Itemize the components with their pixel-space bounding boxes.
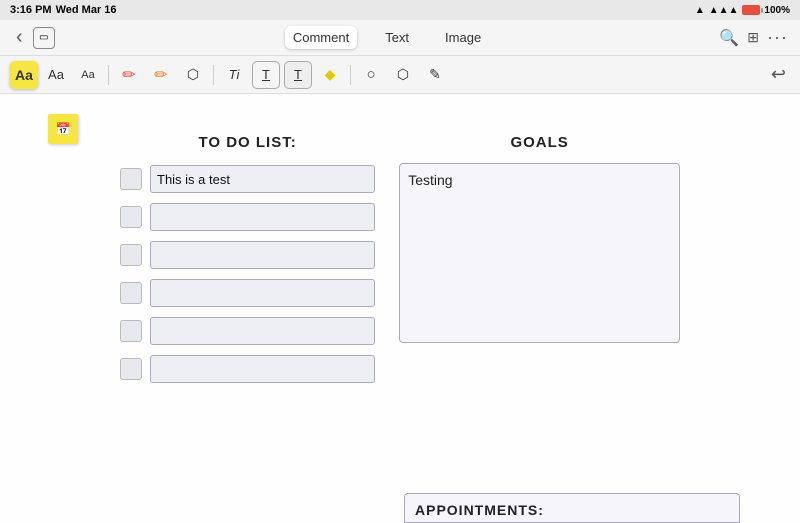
- grid-icon[interactable]: ⊞: [747, 29, 759, 46]
- todo-checkbox-3[interactable]: [120, 244, 142, 266]
- todo-row-2: [120, 203, 375, 231]
- tab-comment[interactable]: Comment: [285, 26, 357, 49]
- todo-row-1: This is a test: [120, 165, 375, 193]
- todo-input-2[interactable]: [150, 203, 375, 231]
- toolbar-separator-2: [213, 65, 214, 85]
- todo-checkbox-1[interactable]: [120, 168, 142, 190]
- battery-icon: [742, 5, 760, 15]
- tool-textbox2[interactable]: T: [284, 61, 312, 89]
- tool-pen-orange[interactable]: ✏: [147, 61, 175, 89]
- battery-label: 100%: [764, 5, 790, 16]
- goals-title: GOALS: [510, 134, 568, 151]
- goals-text: Testing: [408, 172, 452, 188]
- toolbar-separator-3: [350, 65, 351, 85]
- page-icon: ▭: [39, 32, 48, 43]
- signal-icon: ▲▲▲: [709, 5, 739, 16]
- goals-textarea[interactable]: Testing: [399, 163, 680, 343]
- toolbar-separator-1: [108, 65, 109, 85]
- nav-right: 🔍 ⊞ ···: [719, 27, 788, 48]
- main-content: 📅 TO DO LIST: This is a test: [0, 94, 800, 523]
- tab-text[interactable]: Text: [377, 26, 417, 49]
- toolbar: Aa Aa Aa ✏ ✏ ⬡ Ti T T ◆ ○ ⬡ ✎ ↩: [0, 56, 800, 94]
- time: 3:16 PM: [10, 4, 52, 16]
- tool-shape-circle[interactable]: ○: [357, 61, 385, 89]
- todo-title: TO DO LIST:: [199, 134, 297, 151]
- tab-image[interactable]: Image: [437, 26, 489, 49]
- tool-font-bold[interactable]: Aa: [10, 61, 38, 89]
- tool-highlight[interactable]: ◆: [316, 61, 344, 89]
- back-button[interactable]: ‹: [12, 26, 27, 49]
- sticky-note-icon[interactable]: 📅: [48, 114, 78, 144]
- tool-shape-person[interactable]: ⬡: [389, 61, 417, 89]
- status-bar: 3:16 PM Wed Mar 16 ▲ ▲▲▲ 100%: [0, 0, 800, 20]
- search-icon[interactable]: 🔍: [719, 28, 739, 48]
- todo-input-6[interactable]: [150, 355, 375, 383]
- todo-section: TO DO LIST: This is a test: [120, 134, 375, 493]
- wifi-icon: ▲: [695, 5, 705, 16]
- goals-section: GOALS Testing: [399, 134, 680, 493]
- tool-font-medium[interactable]: Aa: [42, 61, 70, 89]
- todo-row-6: [120, 355, 375, 383]
- undo-button[interactable]: ↩: [767, 64, 790, 85]
- todo-checkbox-6[interactable]: [120, 358, 142, 380]
- todo-input-5[interactable]: [150, 317, 375, 345]
- todo-row-5: [120, 317, 375, 345]
- tool-shape-pen[interactable]: ✎: [421, 61, 449, 89]
- page-thumb-button[interactable]: ▭: [33, 27, 55, 49]
- page-content: TO DO LIST: This is a test: [60, 114, 740, 503]
- todo-row-3: [120, 241, 375, 269]
- todo-input-3[interactable]: [150, 241, 375, 269]
- todo-row-4: [120, 279, 375, 307]
- tool-textbox1[interactable]: T: [252, 61, 280, 89]
- tool-ti[interactable]: Ti: [220, 61, 248, 89]
- nav-bar: ‹ ▭ Comment Text Image 🔍 ⊞ ···: [0, 20, 800, 56]
- tool-font-small[interactable]: Aa: [74, 61, 102, 89]
- todo-input-1[interactable]: This is a test: [150, 165, 375, 193]
- more-icon[interactable]: ···: [767, 27, 788, 48]
- todo-input-4[interactable]: [150, 279, 375, 307]
- status-right: ▲ ▲▲▲ 100%: [695, 5, 790, 16]
- date: Wed Mar 16: [56, 4, 117, 16]
- appointments-title: APPOINTMENTS:: [415, 502, 729, 518]
- status-left: 3:16 PM Wed Mar 16: [10, 4, 117, 16]
- todo-checkbox-4[interactable]: [120, 282, 142, 304]
- nav-left: ‹ ▭: [12, 26, 55, 49]
- tool-eraser[interactable]: ⬡: [179, 61, 207, 89]
- tool-pen-red[interactable]: ✏: [115, 61, 143, 89]
- todo-checkbox-5[interactable]: [120, 320, 142, 342]
- nav-tabs: Comment Text Image: [285, 26, 489, 49]
- todo-checkbox-2[interactable]: [120, 206, 142, 228]
